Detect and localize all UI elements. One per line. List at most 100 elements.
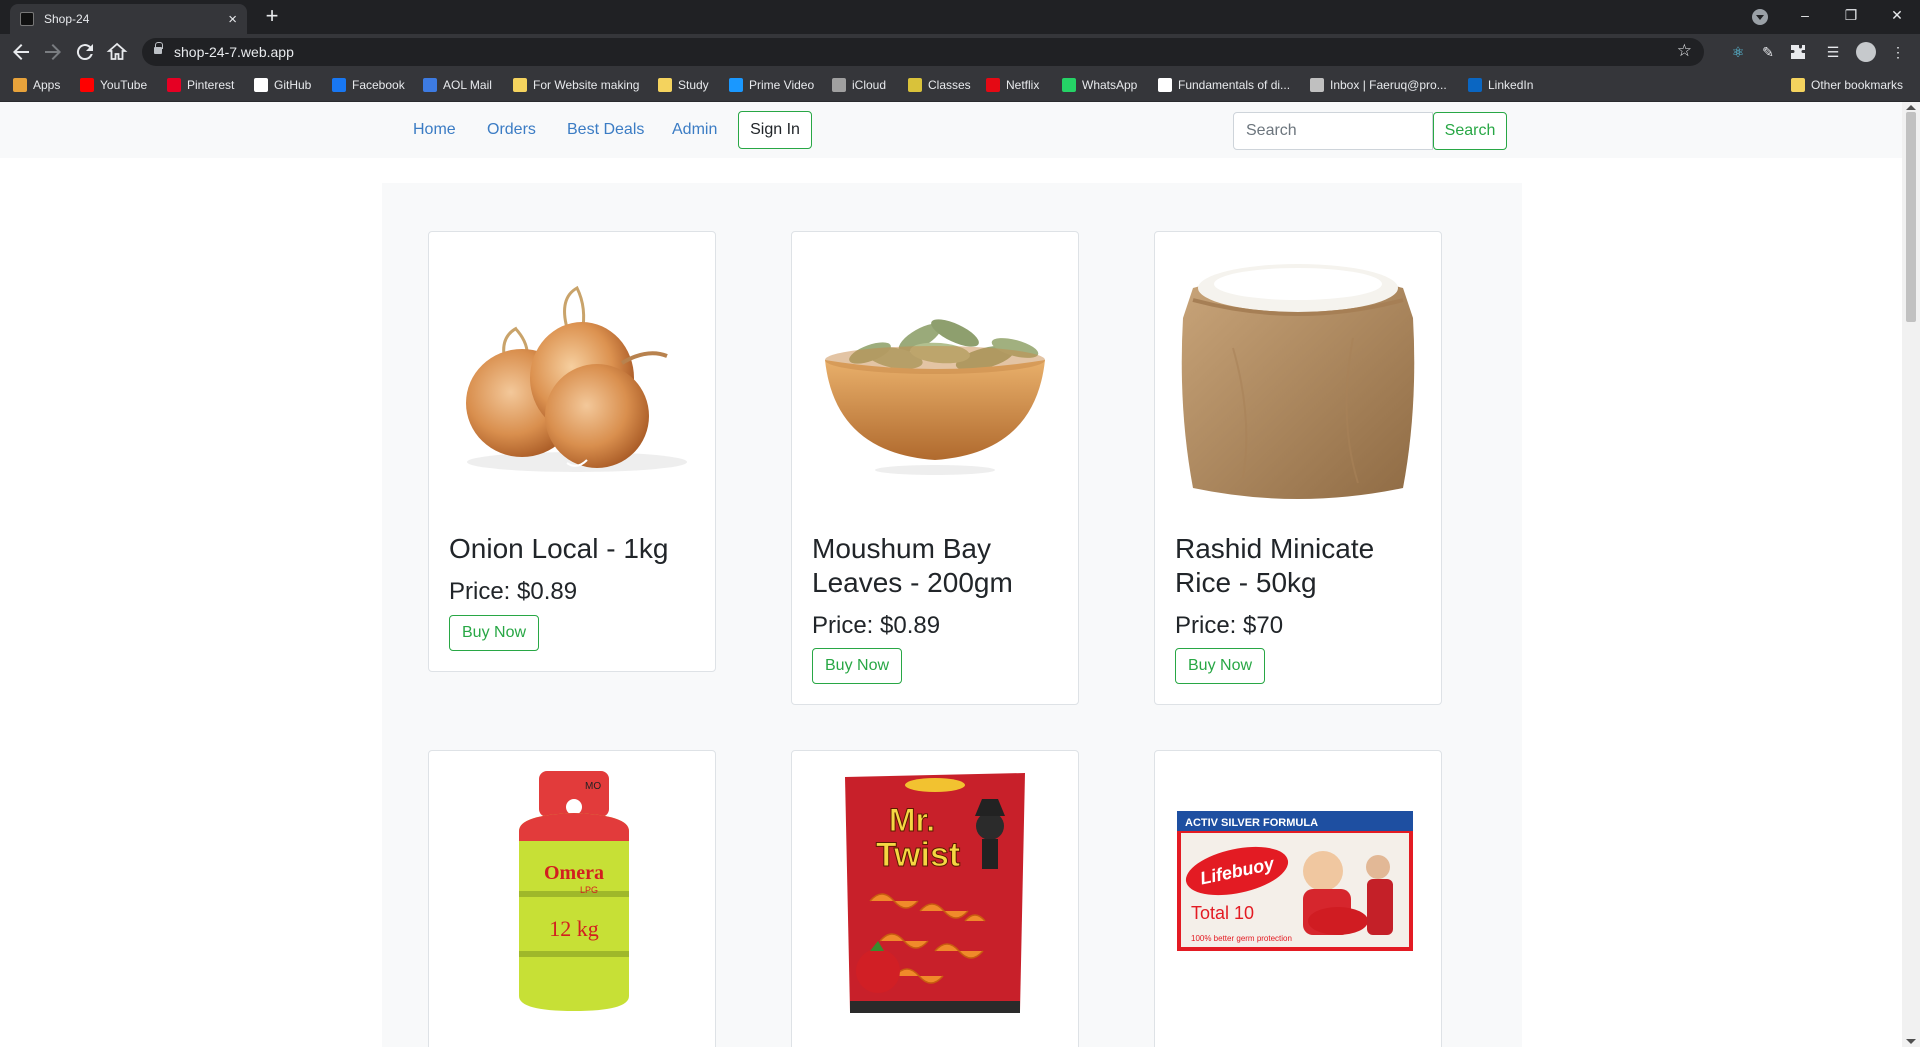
bookmark-github[interactable]: GitHub <box>254 78 311 92</box>
bookmark-label: YouTube <box>100 78 148 92</box>
restore-button[interactable]: ❐ <box>1828 0 1874 30</box>
nav-admin-link[interactable]: Admin <box>672 121 717 139</box>
nav-best-deals-link[interactable]: Best Deals <box>567 121 644 139</box>
forward-arrow-icon[interactable] <box>41 40 65 64</box>
url-text: shop-24-7.web.app <box>174 44 294 60</box>
bookmark-label: Study <box>678 78 709 92</box>
scroll-down-arrow-icon[interactable] <box>1906 1039 1916 1044</box>
extensions-puzzle-icon[interactable] <box>1789 43 1807 61</box>
browser-toolbar: shop-24-7.web.app ☆ ⚛ ✎ ☰ ⋮ <box>0 34 1920 70</box>
bookmark-fundamentals-of-di[interactable]: Fundamentals of di... <box>1158 78 1290 92</box>
cylinder-lpg-text: LPG <box>580 885 598 895</box>
search-input[interactable] <box>1233 112 1433 150</box>
search-button[interactable]: Search <box>1433 112 1507 150</box>
profile-avatar[interactable] <box>1856 42 1876 62</box>
whatsapp-icon <box>1062 78 1076 92</box>
bookmark-label: GitHub <box>274 78 312 92</box>
lifebuoy-protection-text: 100% better germ protection <box>1191 934 1292 943</box>
mr-twist-image[interactable]: Mr. Twist <box>800 771 1070 1031</box>
tab-search-icon[interactable] <box>1752 9 1768 25</box>
bookmark-study[interactable]: Study <box>658 78 709 92</box>
bookmark-whatsapp[interactable]: WhatsApp <box>1062 78 1137 92</box>
site-favicon-icon <box>20 12 34 26</box>
lifebuoy-banner-text: ACTIV SILVER FORMULA <box>1185 817 1318 829</box>
tab-title: Shop-24 <box>44 12 90 26</box>
bay-leaves-image[interactable] <box>800 248 1070 508</box>
home-icon[interactable] <box>105 40 129 64</box>
close-tab-icon[interactable]: × <box>228 12 237 27</box>
bookmark-classes[interactable]: Classes <box>908 78 971 92</box>
bookmark-label: Fundamentals of di... <box>1178 78 1291 92</box>
back-arrow-icon[interactable] <box>9 40 33 64</box>
gas-cylinder-image[interactable]: MO Omera LPG 12 kg <box>437 771 707 1031</box>
apps-grid-icon <box>13 78 27 92</box>
menu-kebab-icon[interactable]: ⋮ <box>1889 43 1907 61</box>
linkedin-icon <box>1468 78 1482 92</box>
buy-now-button[interactable]: Buy Now <box>449 615 540 651</box>
bookmark-label: Facebook <box>352 78 405 92</box>
site-navbar: Home Orders Best Deals Admin Sign In Sea… <box>0 102 1902 158</box>
bookmark-label: Netflix <box>1006 78 1040 92</box>
product-grid: Onion Local - 1kg Price: $0.89 Buy Now M… <box>382 183 1522 1047</box>
buy-now-button[interactable]: Buy Now <box>1175 648 1266 684</box>
bookmark-label: iCloud <box>852 78 887 92</box>
aol-icon <box>423 78 437 92</box>
buy-now-button[interactable]: Buy Now <box>812 648 903 684</box>
nav-home-link[interactable]: Home <box>413 121 456 139</box>
bookmark-star-icon[interactable]: ☆ <box>1677 41 1692 61</box>
bookmark-label: Apps <box>33 78 61 92</box>
onion-image[interactable] <box>437 248 707 508</box>
address-bar[interactable]: shop-24-7.web.app ☆ <box>142 38 1704 66</box>
react-devtools-icon[interactable]: ⚛ <box>1729 43 1747 61</box>
classes-icon <box>908 78 922 92</box>
bookmark-label: Classes <box>928 78 971 92</box>
lifebuoy-image[interactable]: ACTIV SILVER FORMULA Lifebuoy Total 10 1… <box>1163 771 1433 1031</box>
lock-icon <box>154 42 163 54</box>
product-name: Moushum Bay Leaves - 200gm <box>812 533 1013 598</box>
google-icon <box>1158 78 1172 92</box>
bookmark-for-website-making[interactable]: For Website making <box>513 78 639 92</box>
other-bookmarks[interactable]: Other bookmarks <box>1791 78 1903 92</box>
netflix-icon <box>986 78 1000 92</box>
minimize-button[interactable]: – <box>1782 0 1828 30</box>
bookmark-aol-mail[interactable]: AOL Mail <box>423 78 492 92</box>
pinterest-icon <box>167 78 181 92</box>
product-name: Onion Local - 1kg <box>449 533 669 564</box>
mr-text: Mr. <box>889 802 935 838</box>
product-price: Price: $0.89 <box>812 612 941 639</box>
close-window-button[interactable]: ✕ <box>1874 0 1920 30</box>
cylinder-top-text: MO <box>585 781 601 792</box>
prime-video-icon <box>729 78 743 92</box>
scroll-up-arrow-icon[interactable] <box>1906 105 1916 110</box>
sign-in-button[interactable]: Sign In <box>738 111 812 149</box>
bookmark-youtube[interactable]: YouTube <box>80 78 147 92</box>
bookmarks-bar: Apps YouTube Pinterest GitHub Facebook AOL Ma… <box>0 70 1920 102</box>
media-queue-icon[interactable]: ☰ <box>1824 43 1842 61</box>
bookmark-linkedin[interactable]: LinkedIn <box>1468 78 1533 92</box>
page-scrollbar[interactable] <box>1902 102 1920 1047</box>
tab-strip: Shop-24 × + – ❐ ✕ <box>0 0 1920 34</box>
product-name: Rashid Minicate Rice - 50kg <box>1175 533 1375 598</box>
bookmark-icloud[interactable]: iCloud <box>832 78 886 92</box>
scrollbar-thumb[interactable] <box>1906 112 1916 322</box>
rice-sack-image[interactable] <box>1163 248 1433 508</box>
folder-icon <box>513 78 527 92</box>
folder-icon <box>658 78 672 92</box>
bookmark-facebook[interactable]: Facebook <box>332 78 405 92</box>
bookmark-apps[interactable]: Apps <box>13 78 60 92</box>
folder-icon <box>1791 78 1805 92</box>
nav-orders-link[interactable]: Orders <box>487 121 536 139</box>
bookmark-netflix[interactable]: Netflix <box>986 78 1039 92</box>
reload-icon[interactable] <box>73 40 97 64</box>
bookmark-pinterest[interactable]: Pinterest <box>167 78 234 92</box>
new-tab-button[interactable]: + <box>260 5 284 29</box>
product-card: MO Omera LPG 12 kg <box>428 750 716 1047</box>
bookmark-prime-video[interactable]: Prime Video <box>729 78 814 92</box>
apple-icon <box>832 78 846 92</box>
pen-extension-icon[interactable]: ✎ <box>1759 43 1777 61</box>
browser-tab[interactable]: Shop-24 × <box>10 4 247 34</box>
github-icon <box>254 78 268 92</box>
bookmark-inbox-faeruq-pro[interactable]: Inbox | Faeruq@pro... <box>1310 78 1447 92</box>
product-price: Price: $0.89 <box>449 578 578 605</box>
product-card: Onion Local - 1kg Price: $0.89 Buy Now <box>428 231 716 672</box>
